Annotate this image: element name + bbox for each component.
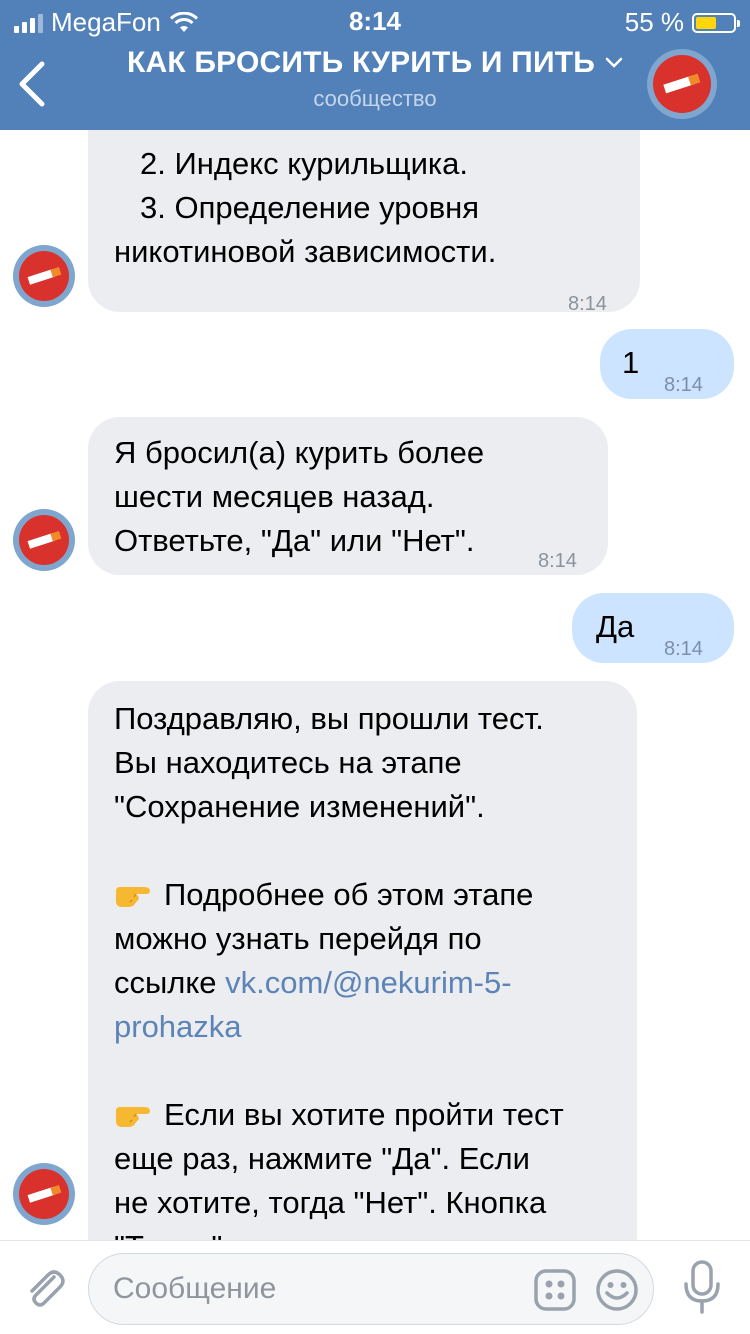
- message-time: 8:14: [538, 550, 577, 572]
- battery-icon: [692, 12, 740, 33]
- incoming-message[interactable]: Я бросил(а) курить более шести месяцев н…: [88, 417, 608, 575]
- message-list[interactable]: 2. Индекс курильщика. 3. Определение уро…: [0, 130, 750, 1240]
- chat-title[interactable]: КАК БРОСИТЬ КУРИТЬ И ПИТЬ: [127, 46, 623, 80]
- message-input[interactable]: Сообщение: [88, 1253, 654, 1325]
- message-line: "Тесты" выводит список: [114, 1225, 457, 1240]
- message-text: Да: [596, 609, 635, 644]
- chat-title-block[interactable]: КАК БРОСИТЬ КУРИТЬ И ПИТЬ сообщество: [90, 46, 660, 112]
- message-line: можно узнать перейдя по: [114, 921, 482, 956]
- battery-group: 55 %: [624, 7, 740, 38]
- message-text: Если вы хотите пройти тест: [164, 1097, 564, 1132]
- message-time: 8:14: [664, 374, 703, 396]
- message-line: 3. Определение уровня: [140, 190, 480, 225]
- incoming-message[interactable]: 2. Индекс курильщика. 3. Определение уро…: [88, 130, 640, 315]
- message-line: шести месяцев назад.: [114, 479, 435, 514]
- chat-title-text: КАК БРОСИТЬ КУРИТЬ И ПИТЬ: [126, 46, 595, 79]
- message-line: Ответьте, "Да" или "Нет".: [114, 523, 475, 558]
- incoming-message[interactable]: Поздравляю, вы прошли тест. Вы находитес…: [88, 681, 637, 1240]
- chevron-down-icon: [605, 57, 623, 68]
- message-line: ссылке vk.com/@nekurim-5-: [114, 961, 512, 1005]
- article-link-continued[interactable]: prohazka: [114, 1005, 242, 1049]
- message-line: еще раз, нажмите "Да". Если: [114, 1141, 530, 1176]
- chat-subtitle: сообщество: [313, 86, 437, 111]
- message-line: Если вы хотите пройти тест: [114, 1093, 564, 1137]
- status-bar: MegaFon 8:14 55 %: [0, 0, 750, 40]
- message-line: Вы находитесь на этапе: [114, 745, 462, 780]
- message-line: Подробнее об этом этапе: [114, 873, 533, 917]
- outgoing-message[interactable]: 1 8:14: [600, 329, 734, 399]
- sender-avatar[interactable]: [12, 508, 76, 572]
- community-avatar[interactable]: [646, 48, 718, 120]
- message-line: "Сохранение изменений".: [114, 789, 485, 824]
- chat-header: MegaFon 8:14 55 % КАК БРОСИТЬ КУРИТЬ И П…: [0, 0, 750, 130]
- message-text: 1: [622, 345, 640, 380]
- outgoing-message[interactable]: Да 8:14: [572, 593, 734, 663]
- message-line: 2. Индекс курильщика.: [140, 146, 468, 181]
- message-text: Подробнее об этом этапе: [164, 877, 534, 912]
- sender-avatar[interactable]: [12, 1162, 76, 1226]
- pointing-hand-icon: [116, 1107, 150, 1127]
- message-time: 8:14: [568, 293, 607, 315]
- message-input-placeholder: Сообщение: [113, 1272, 277, 1305]
- microphone-icon[interactable]: [680, 1259, 724, 1315]
- paperclip-icon[interactable]: [20, 1263, 68, 1311]
- emoji-icon[interactable]: [595, 1268, 639, 1312]
- sender-avatar[interactable]: [12, 244, 76, 308]
- message-time: 8:14: [664, 638, 703, 660]
- message-composer: Сообщение: [0, 1240, 750, 1334]
- message-line: Поздравляю, вы прошли тест.: [114, 701, 544, 736]
- keyboard-bot-icon[interactable]: [533, 1268, 577, 1312]
- message-line: Я бросил(а) курить более: [114, 435, 485, 470]
- message-line: никотиновой зависимости.: [114, 234, 497, 269]
- back-icon[interactable]: [12, 58, 56, 110]
- battery-percent: 55 %: [624, 7, 684, 37]
- pointing-hand-icon: [116, 887, 150, 907]
- battery-fill: [696, 16, 716, 29]
- message-line: не хотите, тогда "Нет". Кнопка: [114, 1185, 547, 1220]
- article-link[interactable]: vk.com/@nekurim-5-: [225, 965, 511, 1000]
- message-text: ссылке: [114, 965, 217, 1000]
